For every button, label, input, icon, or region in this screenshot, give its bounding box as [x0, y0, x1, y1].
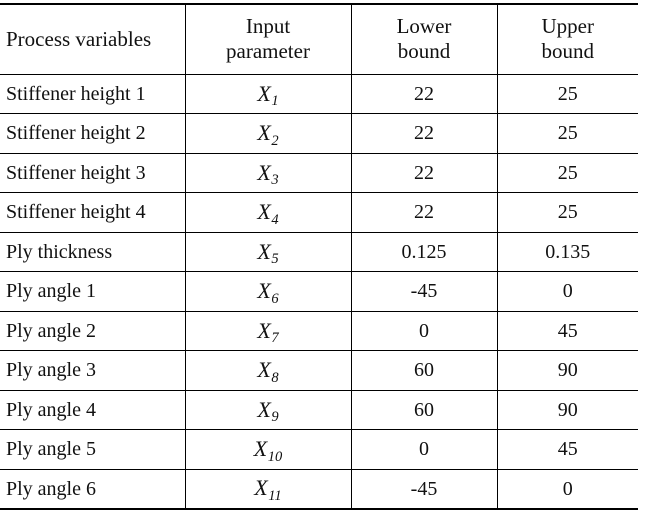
- cell-upper-bound: 25: [497, 153, 638, 193]
- cell-lower-bound: -45: [351, 469, 498, 510]
- cell-upper-bound: 25: [497, 74, 638, 114]
- variable-symbol: X5: [257, 238, 279, 268]
- cell-input-parameter: X3: [185, 153, 352, 193]
- table-header-row: Process variables Input parameter Lower …: [0, 3, 638, 75]
- variable-symbol: X4: [257, 199, 279, 228]
- variable-symbol: X11: [254, 475, 282, 505]
- cell-process-variable: Ply angle 1: [0, 271, 186, 312]
- variable-subscript: 3: [271, 172, 279, 189]
- cell-input-parameter: X8: [185, 350, 352, 391]
- cell-upper-bound: 25: [497, 113, 638, 154]
- cell-process-variable: Stiffener height 2: [0, 113, 186, 154]
- cell-input-parameter: X2: [185, 113, 352, 154]
- table-row: Ply angle 4 X9 60 90: [0, 390, 638, 430]
- cell-input-parameter: X10: [185, 429, 352, 470]
- cell-input-parameter: X7: [185, 311, 352, 351]
- parameter-table-container: Process variables Input parameter Lower …: [0, 3, 638, 510]
- cell-lower-bound: 60: [351, 390, 498, 430]
- table-header: Process variables Input parameter Lower …: [0, 3, 638, 75]
- cell-lower-bound: 0: [351, 429, 498, 470]
- cell-input-parameter: X1: [185, 74, 352, 114]
- cell-process-variable: Stiffener height 3: [0, 153, 186, 193]
- column-header-upper-bound: Upper bound: [497, 3, 638, 75]
- cell-lower-bound: 22: [351, 153, 498, 193]
- table-row: Stiffener height 2 X2 22 25: [0, 113, 638, 154]
- cell-lower-bound: 22: [351, 192, 498, 233]
- variable-symbol: X1: [257, 80, 279, 110]
- variable-symbol: X10: [253, 436, 283, 465]
- column-header-upper-bound-line1: Upper: [541, 14, 594, 39]
- cell-lower-bound: -45: [351, 271, 498, 312]
- cell-upper-bound: 0: [497, 469, 638, 510]
- variable-symbol: X2: [257, 120, 279, 149]
- cell-upper-bound: 0: [497, 271, 638, 312]
- cell-process-variable: Ply angle 3: [0, 350, 186, 391]
- cell-process-variable: Ply angle 2: [0, 311, 186, 351]
- cell-process-variable: Ply angle 5: [0, 429, 186, 470]
- cell-process-variable: Ply angle 4: [0, 390, 186, 430]
- cell-upper-bound: 90: [497, 350, 638, 391]
- column-header-lower-bound: Lower bound: [351, 3, 498, 75]
- table-row: Ply thickness X5 0.125 0.135: [0, 232, 638, 272]
- cell-input-parameter: X6: [185, 271, 352, 312]
- variable-symbol: X3: [257, 159, 279, 189]
- variable-symbol: X6: [257, 278, 279, 307]
- cell-process-variable: Stiffener height 1: [0, 74, 186, 114]
- variable-symbol: X7: [257, 317, 279, 347]
- table-row: Ply angle 5 X10 0 45: [0, 429, 638, 470]
- cell-lower-bound: 22: [351, 74, 498, 114]
- column-header-lower-bound-line2: bound: [397, 39, 451, 64]
- cell-input-parameter: X5: [185, 232, 352, 272]
- variable-subscript: 8: [271, 369, 279, 386]
- variable-symbol: X8: [257, 357, 279, 386]
- table-row: Ply angle 1 X6 -45 0: [0, 271, 638, 312]
- cell-process-variable: Ply angle 6: [0, 469, 186, 510]
- column-header-input-parameter: Input parameter: [185, 3, 352, 75]
- variable-subscript: 10: [267, 448, 283, 465]
- table-row: Ply angle 2 X7 0 45: [0, 311, 638, 351]
- variable-subscript: 9: [271, 409, 279, 426]
- cell-input-parameter: X4: [185, 192, 352, 233]
- table-row: Ply angle 3 X8 60 90: [0, 350, 638, 391]
- cell-lower-bound: 60: [351, 350, 498, 391]
- cell-input-parameter: X9: [185, 390, 352, 430]
- cell-process-variable: Ply thickness: [0, 232, 186, 272]
- table-body: Stiffener height 1 X1 22 25 Stiffener he…: [0, 74, 638, 510]
- table-row: Stiffener height 4 X4 22 25: [0, 192, 638, 233]
- cell-input-parameter: X11: [185, 469, 352, 510]
- cell-lower-bound: 22: [351, 113, 498, 154]
- cell-upper-bound: 25: [497, 192, 638, 233]
- column-header-process-variables: Process variables: [0, 3, 186, 75]
- variable-symbol: X9: [257, 396, 279, 426]
- cell-lower-bound: 0.125: [351, 232, 498, 272]
- table-row: Stiffener height 1 X1 22 25: [0, 74, 638, 114]
- table-row: Stiffener height 3 X3 22 25: [0, 153, 638, 193]
- variable-subscript: 6: [271, 290, 279, 307]
- process-variables-table: Process variables Input parameter Lower …: [0, 3, 638, 510]
- column-header-upper-bound-line2: bound: [541, 39, 595, 64]
- cell-upper-bound: 90: [497, 390, 638, 430]
- variable-subscript: 7: [271, 330, 279, 347]
- cell-upper-bound: 45: [497, 429, 638, 470]
- cell-process-variable: Stiffener height 4: [0, 192, 186, 233]
- column-header-input-parameter-line1: Input: [245, 14, 291, 39]
- cell-upper-bound: 45: [497, 311, 638, 351]
- variable-subscript: 1: [271, 93, 279, 110]
- table-row: Ply angle 6 X11 -45 0: [0, 469, 638, 510]
- variable-subscript: 11: [268, 488, 282, 505]
- variable-subscript: 4: [271, 211, 279, 228]
- column-header-lower-bound-line1: Lower: [396, 14, 452, 39]
- column-header-input-parameter-line2: parameter: [226, 39, 310, 64]
- cell-lower-bound: 0: [351, 311, 498, 351]
- cell-upper-bound: 0.135: [497, 232, 638, 272]
- variable-subscript: 5: [271, 251, 279, 268]
- variable-subscript: 2: [271, 132, 279, 149]
